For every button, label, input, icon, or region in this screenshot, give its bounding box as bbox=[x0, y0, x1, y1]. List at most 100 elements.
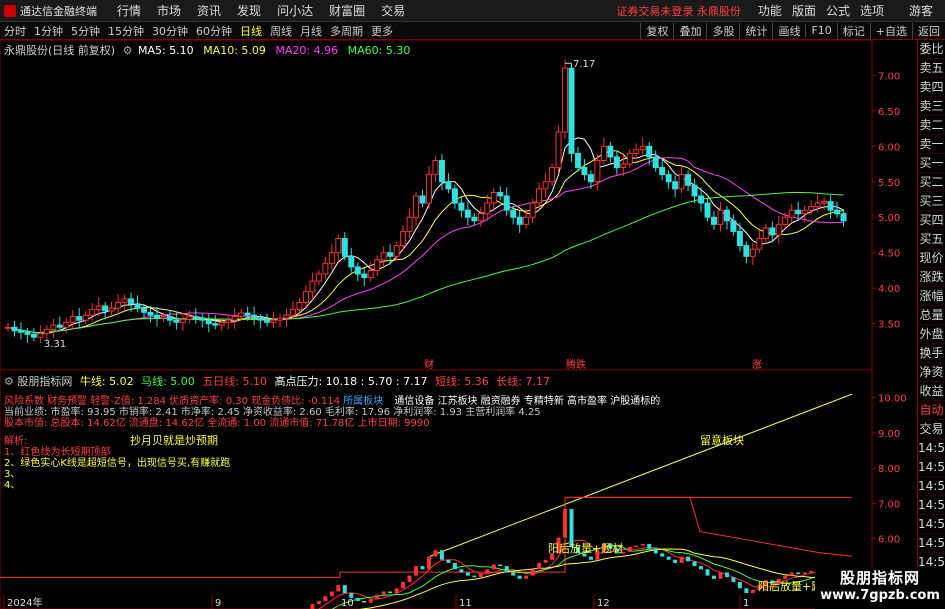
side-panel-item[interactable]: 买一 bbox=[918, 154, 945, 173]
tool-f10[interactable]: F10 bbox=[805, 24, 836, 37]
period-monthly[interactable]: 月线 bbox=[300, 23, 322, 39]
side-panel-item[interactable]: 14:5 bbox=[918, 477, 945, 496]
side-panel-item[interactable]: 卖二 bbox=[918, 116, 945, 135]
candle-body bbox=[568, 67, 575, 154]
candle-body bbox=[89, 309, 96, 316]
date-label: 2024年 bbox=[7, 596, 42, 609]
menu-news[interactable]: 资讯 bbox=[197, 2, 221, 19]
side-panel-item[interactable]: 14:5 bbox=[918, 439, 945, 458]
side-panel-item[interactable]: 14:5 bbox=[918, 458, 945, 477]
menu-discover[interactable]: 发现 bbox=[237, 2, 261, 19]
indicator-candle bbox=[381, 591, 386, 595]
candle-body bbox=[438, 159, 445, 183]
side-panel-item[interactable]: 收益 bbox=[918, 382, 945, 401]
side-panel-item[interactable]: 现价 bbox=[918, 249, 945, 268]
side-panel-item[interactable]: 净资 bbox=[918, 363, 945, 382]
side-panel-item[interactable]: 14:5 bbox=[918, 515, 945, 534]
kline-chart-svg[interactable]: 7.00 6.50 6.00 5.50 5.00 4.50 4.00 3.50 10.00 9.0… bbox=[0, 40, 917, 609]
tool-mark[interactable]: 标记 bbox=[836, 22, 870, 39]
chart-area[interactable]: 7.00 6.50 6.00 5.50 5.00 4.50 4.00 3.50 10.00 9.0… bbox=[0, 40, 907, 609]
side-panel-item[interactable]: 总量 bbox=[918, 306, 945, 325]
side-panel-item[interactable]: 14:5 bbox=[918, 534, 945, 553]
candle-body bbox=[613, 156, 620, 169]
tool-overlay[interactable]: 叠加 bbox=[673, 22, 706, 39]
candle-body bbox=[600, 145, 607, 161]
menu-wealth-circle[interactable]: 财富圈 bbox=[329, 2, 365, 19]
side-panel-item[interactable]: 买四 bbox=[918, 211, 945, 230]
candle-body bbox=[698, 195, 705, 204]
period-60min[interactable]: 60分钟 bbox=[196, 23, 232, 39]
candle-body bbox=[587, 174, 594, 183]
menu-market[interactable]: 市场 bbox=[157, 2, 181, 19]
candle-body bbox=[821, 201, 828, 204]
menu-ask[interactable]: 问小达 bbox=[277, 2, 313, 19]
candle-body bbox=[115, 301, 122, 309]
side-panel-item[interactable]: 14:5 bbox=[918, 496, 945, 515]
period-timeshare[interactable]: 分时 bbox=[4, 23, 26, 39]
login-notice[interactable]: 证券交易未登录 永鼎股份 bbox=[616, 3, 741, 19]
analysis-2: 2、绿色实心K线是超短信号，出现信号买,有赚就跑 bbox=[4, 458, 231, 469]
candle-body bbox=[341, 238, 348, 257]
menu-trade[interactable]: 交易 bbox=[381, 2, 405, 19]
period-30min[interactable]: 30分钟 bbox=[152, 23, 188, 39]
note-sector: 留意板块 bbox=[700, 434, 744, 447]
period-15min[interactable]: 15分钟 bbox=[108, 23, 144, 39]
candle-body bbox=[43, 328, 50, 335]
side-panel-item[interactable]: 委比 bbox=[918, 40, 945, 59]
side-panel-item[interactable]: 卖五 bbox=[918, 59, 945, 78]
candle-body bbox=[484, 202, 491, 215]
gear-icon[interactable]: ⚙ bbox=[123, 44, 133, 57]
side-panel-item[interactable]: 交易 bbox=[918, 420, 945, 439]
period-1min[interactable]: 1分钟 bbox=[34, 23, 63, 39]
menu-options[interactable]: 选项 bbox=[860, 2, 884, 19]
candle-body bbox=[302, 291, 309, 303]
period-weekly[interactable]: 周线 bbox=[270, 23, 292, 39]
indicator-candle bbox=[401, 581, 406, 589]
side-panel-item[interactable]: 自动 bbox=[918, 401, 945, 420]
candle-body bbox=[277, 317, 284, 321]
candle-body bbox=[840, 213, 847, 222]
side-panel-item[interactable]: 卖一 bbox=[918, 135, 945, 154]
menu-formula[interactable]: 公式 bbox=[826, 2, 850, 19]
candle-body bbox=[471, 216, 478, 222]
guest-label[interactable]: 游客 bbox=[909, 2, 933, 19]
candle-body bbox=[166, 316, 173, 321]
indicator-candle bbox=[679, 556, 684, 563]
tool-draw[interactable]: 画线 bbox=[772, 22, 805, 39]
tool-add-watchlist[interactable]: +自选 bbox=[869, 22, 912, 39]
side-panel-item[interactable]: 换手 bbox=[918, 344, 945, 363]
indicator-gear-icon[interactable]: ⚙ bbox=[4, 375, 14, 388]
menu-quotes[interactable]: 行情 bbox=[117, 2, 141, 19]
candle-body bbox=[808, 206, 815, 211]
candle-body bbox=[672, 181, 679, 190]
candle-body bbox=[574, 152, 581, 169]
tool-adjust[interactable]: 复权 bbox=[640, 22, 673, 39]
period-more[interactable]: 更多 bbox=[371, 23, 393, 39]
indicator-candle bbox=[724, 572, 729, 578]
period-5min[interactable]: 5分钟 bbox=[71, 23, 100, 39]
ma5-label: MA5: 5.10 bbox=[137, 44, 194, 57]
side-panel-item[interactable]: 买五 bbox=[918, 230, 945, 249]
period-multi[interactable]: 多周期 bbox=[330, 23, 363, 39]
candle-body bbox=[17, 330, 24, 333]
side-panel-item[interactable]: 卖四 bbox=[918, 78, 945, 97]
tool-multistock[interactable]: 多股 bbox=[706, 22, 739, 39]
menu-layout[interactable]: 版面 bbox=[792, 2, 816, 19]
menu-function[interactable]: 功能 bbox=[758, 2, 782, 19]
candle-body bbox=[432, 159, 439, 176]
candle-body bbox=[30, 333, 37, 338]
side-panel-item[interactable]: 涨幅 bbox=[918, 287, 945, 306]
candle-body bbox=[374, 259, 381, 271]
ind-y-tick-label: 6.00 bbox=[878, 535, 900, 546]
tool-stats[interactable]: 统计 bbox=[739, 22, 772, 39]
candle-body bbox=[95, 305, 102, 311]
side-panel-item[interactable]: 卖三 bbox=[918, 97, 945, 116]
side-panel-item[interactable]: 涨跌 bbox=[918, 268, 945, 287]
period-daily[interactable]: 日线 bbox=[240, 23, 262, 39]
candle-body bbox=[458, 202, 465, 211]
tool-back[interactable]: 返回 bbox=[912, 22, 945, 39]
side-panel-item[interactable]: 买三 bbox=[918, 192, 945, 211]
side-panel-item[interactable]: 外盘 bbox=[918, 325, 945, 344]
side-panel-item[interactable]: 买二 bbox=[918, 173, 945, 192]
candle-body bbox=[503, 195, 510, 211]
